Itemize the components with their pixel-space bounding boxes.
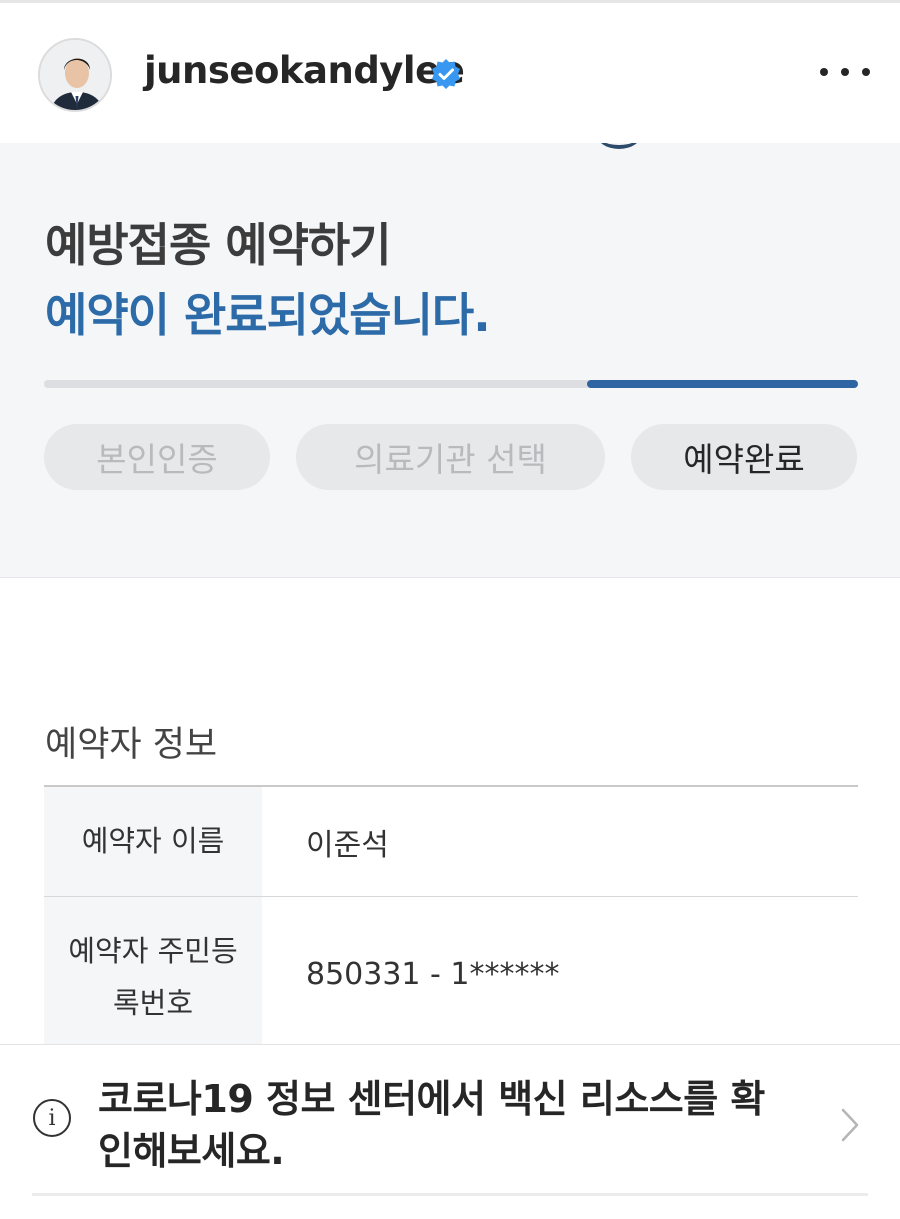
booking-status-panel: 예방접종 예약하기 예약이 완료되었습니다. 본인인증 의료기관 선택 예약완료	[0, 143, 900, 578]
partial-decoration	[596, 143, 642, 149]
verified-badge-icon	[432, 59, 460, 89]
row-label: 예약자 이름	[44, 787, 262, 896]
row-label: 예약자 주민등록번호	[44, 897, 262, 1057]
row-value: 850331 - 1******	[306, 957, 560, 992]
reservation-info-table: 예약자 이름 이준석 예약자 주민등록번호 850331 - 1******	[44, 785, 858, 1057]
booking-title: 예방접종 예약하기	[45, 218, 392, 272]
chevron-right-icon	[841, 1108, 859, 1142]
step-select-facility: 의료기관 선택	[296, 424, 605, 490]
step-booking-complete: 예약완료	[631, 424, 857, 490]
username[interactable]: junseokandylee	[144, 49, 465, 92]
step-identity-verification: 본인인증	[44, 424, 270, 490]
more-dot	[820, 68, 828, 76]
info-icon: i	[33, 1099, 71, 1137]
table-row: 예약자 이름 이준석	[44, 787, 858, 897]
profile-avatar[interactable]	[38, 38, 112, 112]
progress-bar-fill	[587, 380, 858, 388]
booking-complete-message: 예약이 완료되었습니다.	[45, 288, 491, 342]
row-value: 이준석	[306, 827, 389, 863]
banner-text: 코로나19 정보 센터에서 백신 리소스를 확인해보세요.	[98, 1077, 765, 1173]
section-title: 예약자 정보	[45, 725, 218, 765]
more-dot	[862, 68, 870, 76]
table-row: 예약자 주민등록번호 850331 - 1******	[44, 897, 858, 1057]
post-header: junseokandylee	[0, 3, 900, 143]
more-options-icon[interactable]	[820, 55, 870, 89]
avatar-image	[40, 40, 110, 110]
banner-divider	[32, 1193, 868, 1196]
covid-info-banner[interactable]: i 코로나19 정보 센터에서 백신 리소스를 확인해보세요.	[0, 1044, 900, 1219]
more-dot	[841, 68, 849, 76]
